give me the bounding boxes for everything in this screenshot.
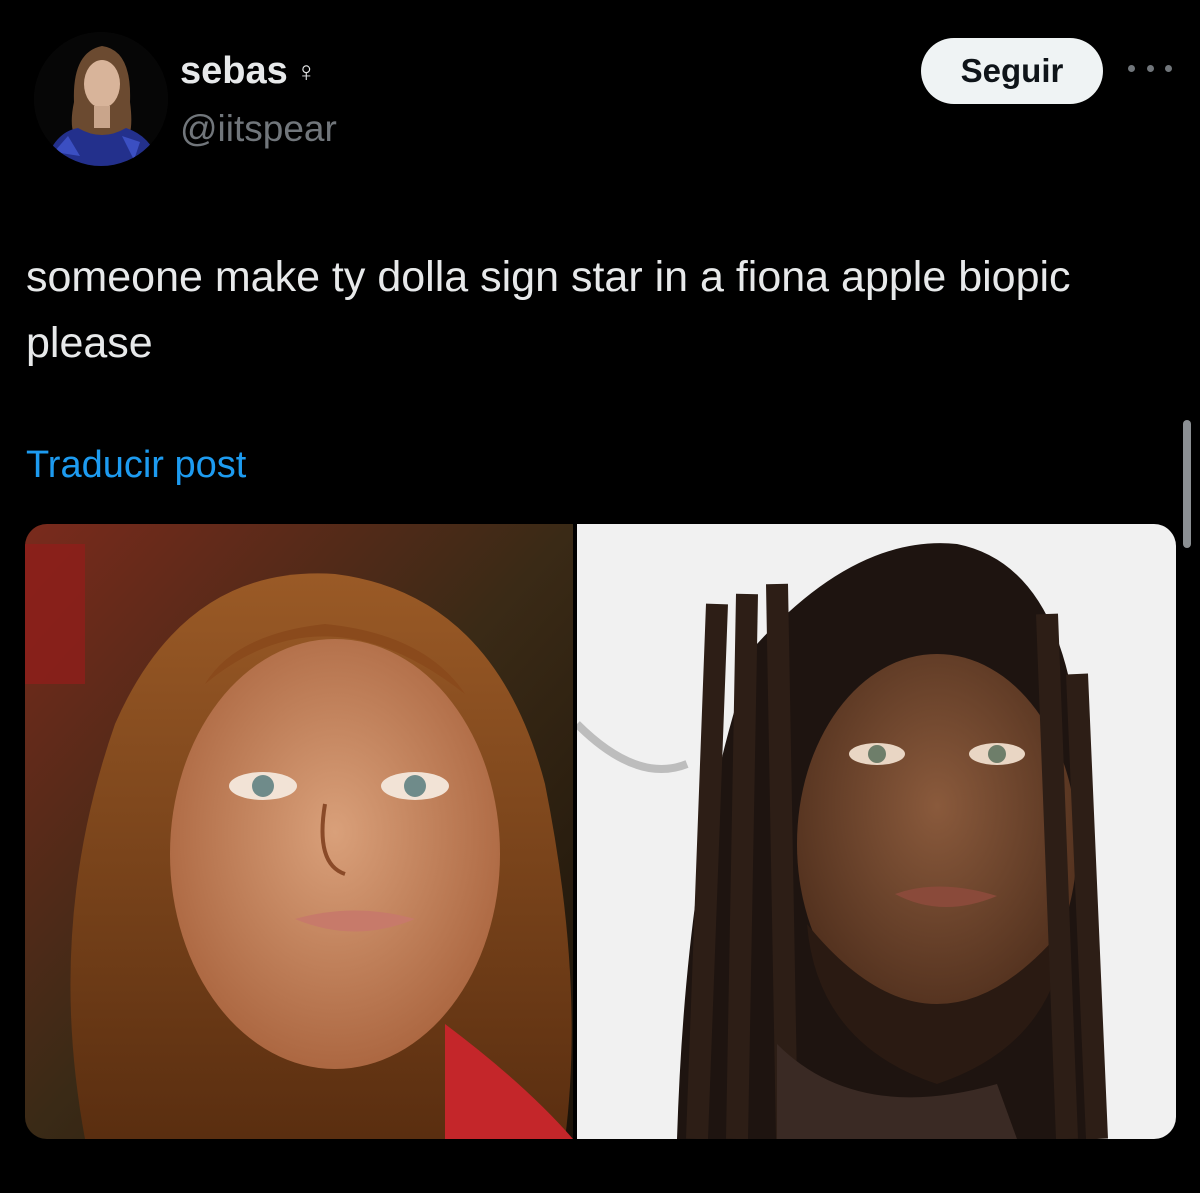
display-name[interactable]: sebas ♀ bbox=[180, 50, 317, 93]
avatar[interactable] bbox=[34, 32, 168, 166]
post-screen: sebas ♀ @iitspear Seguir someone make ty… bbox=[0, 0, 1200, 1193]
media-image-left[interactable] bbox=[25, 524, 573, 1139]
media-image-right[interactable] bbox=[577, 524, 1176, 1139]
post-text: someone make ty dolla sign star in a fio… bbox=[26, 253, 1071, 367]
more-horizontal-icon[interactable] bbox=[1128, 58, 1172, 78]
venus-icon: ♀ bbox=[295, 55, 317, 87]
user-handle[interactable]: @iitspear bbox=[180, 108, 337, 150]
follow-button[interactable]: Seguir bbox=[921, 38, 1103, 104]
portrait-man-image bbox=[577, 524, 1176, 1139]
portrait-woman-image bbox=[25, 524, 573, 1139]
display-name-text: sebas bbox=[180, 50, 288, 92]
post-media[interactable] bbox=[25, 524, 1176, 1139]
scrollbar[interactable] bbox=[1183, 420, 1191, 548]
more-dot bbox=[1146, 64, 1154, 72]
translate-post-link[interactable]: Traducir post bbox=[26, 444, 246, 487]
avatar-image bbox=[34, 32, 168, 166]
more-dot bbox=[1165, 64, 1172, 72]
more-dot bbox=[1128, 64, 1135, 72]
